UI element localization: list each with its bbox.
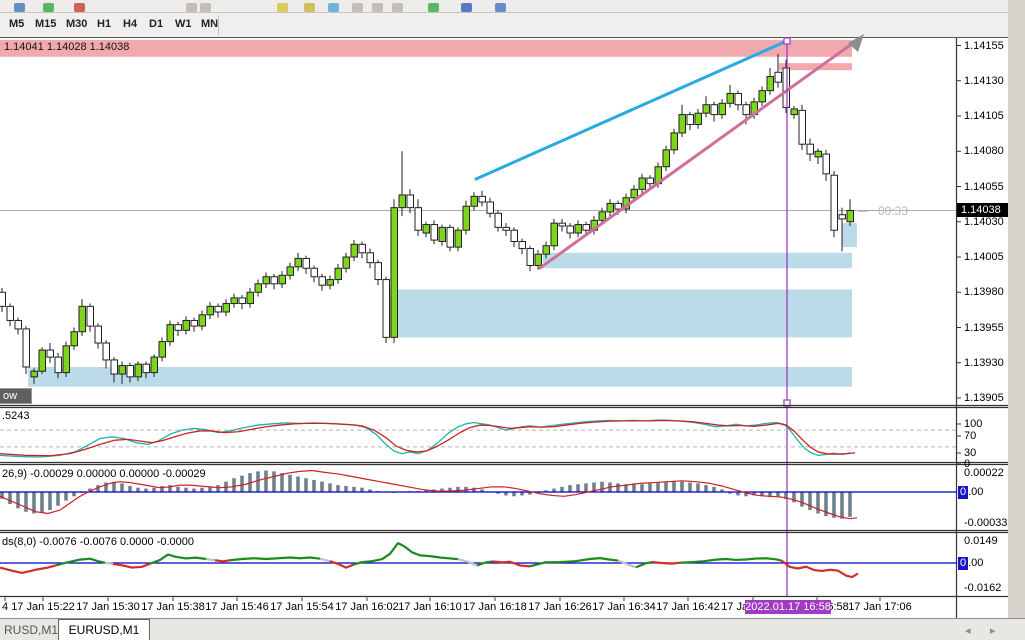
osc-zero-chip: 0.00 (958, 557, 984, 570)
time-axis-tick: 17 Jan 15:38 (141, 601, 205, 613)
time-axis-tick: 17 Jan 15:54 (270, 601, 334, 613)
osc-axis-tick: 0.0149 (964, 535, 998, 547)
price-axis-tick: 1.14055 (964, 180, 1004, 193)
tab-eurusd-active[interactable]: EURUSD,M1 (58, 619, 150, 640)
macd-label: 26,9) -0.00029 0.00000 0.00000 -0.00029 (2, 468, 206, 480)
bar-countdown: 00:33 (858, 204, 908, 218)
price-axis-tick: 1.14080 (964, 145, 1004, 158)
tab-eurusd-partial[interactable]: RUSD,M1 (4, 623, 58, 637)
countdown-dash-icon (858, 211, 868, 213)
time-axis-tick: 17 Jan 16:34 (592, 601, 656, 613)
time-axis-tick: 17 Jan 16:10 (398, 601, 462, 613)
osc-axis-tick: -0.0162 (964, 582, 1002, 594)
price-axis-tick: 1.14130 (964, 74, 1004, 87)
time-axis-tick: 17 Jan 16:02 (335, 601, 399, 613)
price-axis-tick: 1.14155 (964, 39, 1004, 52)
current-price-tag: 1.14038 (957, 203, 1008, 217)
time-axis-tick: 17 Jan 15:22 (11, 601, 75, 613)
macd-axis-tick: 0.00022 (964, 467, 1004, 479)
price-axis-tick: 1.13905 (964, 392, 1004, 404)
macd-zero-chip: 0.00 (958, 486, 984, 499)
price-axis-tick: 1.14005 (964, 251, 1004, 263)
time-axis-tick: 17 Jan 16:42 (656, 601, 720, 613)
time-axis-tick: 17 Jan 15:30 (76, 601, 140, 613)
object-tooltip: ow (0, 388, 32, 404)
time-axis-tick: 4 (1, 601, 9, 613)
price-axis-tick: 1.13930 (964, 356, 1004, 369)
macd-axis-tick: -0.00033 (964, 517, 1008, 529)
time-axis-tick: 17 Jan 16:26 (528, 601, 592, 613)
quote-values: 1.14041 1.14028 1.14038 (4, 41, 130, 53)
time-axis-tick: 17 Jan 17:06 (848, 601, 912, 613)
price-axis-tick: 1.13955 (964, 321, 1004, 334)
price-axis-tick: 1.14105 (964, 110, 1004, 122)
price-axis-tick: 1.14030 (964, 215, 1004, 228)
price-axis-tick: 1.13980 (964, 286, 1004, 299)
mt4-window: M5 M15 M30 H1 H4 D1 W1 MN 1.14041 1.14028 1.140… (0, 0, 1025, 640)
time-axis-tick: 17 Jan 15:46 (205, 601, 269, 613)
tab-scroll-right-icon[interactable]: ▸ (990, 624, 996, 637)
stoch-axis-tick: 100 (964, 418, 983, 430)
crosshair-time-tag: 2022.01.17 16:58 (745, 600, 831, 614)
stoch-axis-tick: 70 (964, 430, 977, 442)
stochastic-label: .5243 (2, 410, 30, 422)
oscillator-label: ds(8,0) -0.0076 -0.0076 0.0000 -0.0000 (2, 536, 195, 548)
window-right-edge (1008, 0, 1025, 640)
chart-tab-bar: RUSD,M1 EURUSD,M1 ◂ ▸ (0, 618, 1025, 640)
time-axis-tick: 17 Jan 16:18 (463, 601, 527, 613)
tab-scroll-left-icon[interactable]: ◂ (965, 624, 971, 637)
